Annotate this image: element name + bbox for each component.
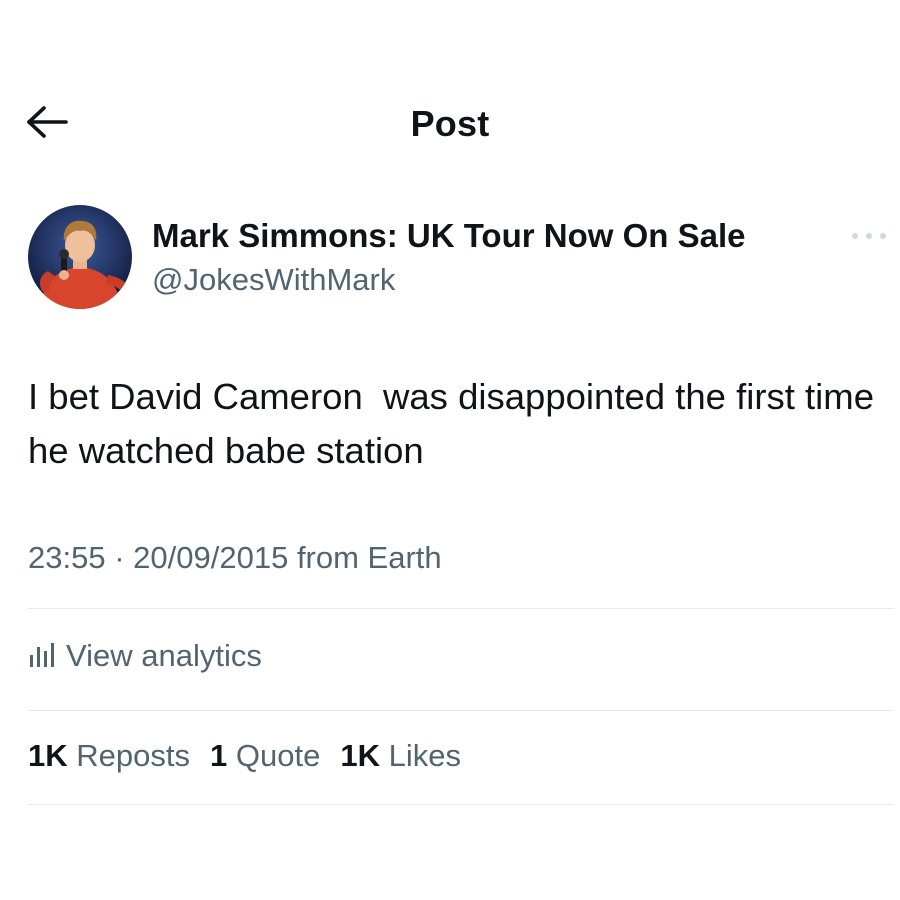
avatar-photo	[28, 205, 132, 309]
divider	[28, 710, 894, 711]
more-options-button[interactable]	[846, 222, 892, 252]
top-bar: Post	[0, 92, 900, 156]
more-horizontal-icon	[849, 228, 889, 246]
timestamp-separator: ·	[114, 540, 125, 575]
post-source: from Earth	[296, 540, 442, 575]
quotes-stat[interactable]: 1 Quote	[210, 736, 320, 776]
reposts-label: Reposts	[76, 738, 190, 773]
reposts-stat[interactable]: 1K Reposts	[28, 736, 190, 776]
likes-count: 1K	[340, 738, 380, 773]
quotes-count: 1	[210, 738, 228, 773]
likes-stat[interactable]: 1K Likes	[340, 736, 461, 776]
avatar[interactable]	[28, 205, 132, 309]
post-timestamp[interactable]: 23:55 · 20/09/2015 from Earth	[28, 538, 442, 578]
view-analytics-label: View analytics	[66, 638, 262, 673]
quotes-label: Quote	[235, 738, 321, 773]
post-time: 23:55	[28, 540, 106, 575]
post-text: I bet David Cameron was disappointed the…	[28, 376, 885, 471]
view-analytics-link[interactable]: View analytics	[28, 634, 262, 678]
divider	[28, 608, 894, 609]
page-title: Post	[410, 103, 490, 144]
author-handle[interactable]: @JokesWithMark	[152, 261, 395, 299]
bar-chart-icon	[28, 639, 56, 674]
engagement-stats: 1K Reposts 1 Quote 1K Likes	[28, 736, 481, 776]
author-display-name[interactable]: Mark Simmons: UK Tour Now On Sale	[152, 216, 745, 256]
divider	[28, 804, 894, 805]
reposts-count: 1K	[28, 738, 68, 773]
post-date: 20/09/2015	[133, 540, 289, 575]
likes-label: Likes	[388, 738, 461, 773]
